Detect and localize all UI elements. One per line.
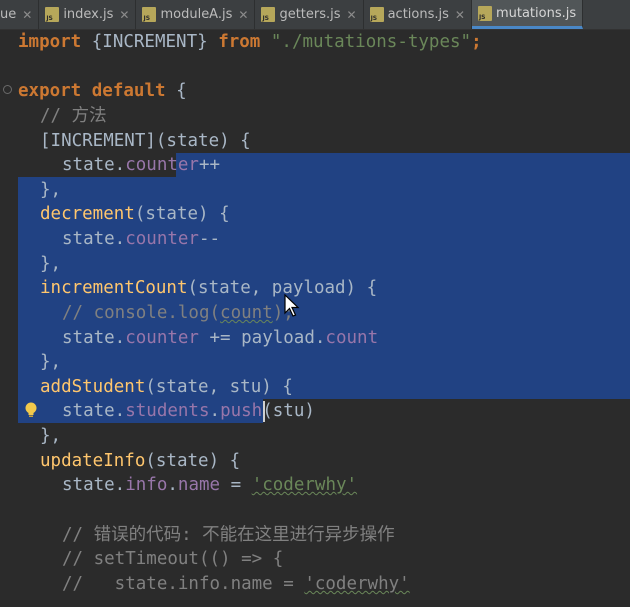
tab-label: ue xyxy=(0,7,17,22)
code-line-19: state.info.name = 'coderwhy' xyxy=(62,475,358,495)
code-line-6: state.counter++ xyxy=(62,155,221,175)
js-file-icon xyxy=(369,7,384,22)
close-icon[interactable]: ✕ xyxy=(22,8,32,22)
code-line-15: addStudent(state, stu) { xyxy=(40,377,293,397)
code-line-22: // setTimeout(() => { xyxy=(62,549,284,569)
js-file-icon xyxy=(477,5,492,21)
tab-label: getters.js xyxy=(279,7,341,22)
text-selection-end-gap xyxy=(263,399,630,423)
close-icon[interactable]: ✕ xyxy=(119,8,129,22)
code-editor[interactable]: import {INCREMENT} from "./mutations-typ… xyxy=(0,30,630,607)
mouse-cursor-icon xyxy=(284,294,300,317)
code-line-21: // 错误的代码: 不能在这里进行异步操作 xyxy=(62,525,395,545)
close-icon[interactable]: ✕ xyxy=(455,8,465,22)
lightbulb-icon[interactable] xyxy=(24,401,38,419)
tab-getters-js[interactable]: getters.js ✕ xyxy=(255,0,364,29)
tab-label: moduleA.js xyxy=(160,7,233,22)
tab-mutations-js[interactable]: mutations.js xyxy=(471,0,584,29)
code-line-10: }, xyxy=(40,254,62,274)
code-line-3: export default { xyxy=(18,81,187,101)
code-line-16: state.students.push(stu) xyxy=(62,401,315,421)
code-line-23: // state.info.name = 'coderwhy' xyxy=(62,574,410,594)
js-file-icon xyxy=(45,7,60,22)
code-line-1: import {INCREMENT} from "./mutations-typ… xyxy=(18,32,482,52)
js-file-icon xyxy=(261,7,276,22)
editor-tab-bar: ue ✕ index.js ✕ moduleA.js ✕ getters.js … xyxy=(0,0,630,30)
tab-modulea-js[interactable]: moduleA.js ✕ xyxy=(136,0,256,29)
text-caret xyxy=(263,401,265,422)
tab-actions-js[interactable]: actions.js ✕ xyxy=(364,0,472,29)
code-line-4: // 方法 xyxy=(40,106,107,126)
close-icon[interactable]: ✕ xyxy=(347,8,357,22)
tab-label: index.js xyxy=(63,7,114,22)
fold-icon[interactable] xyxy=(3,85,12,94)
code-line-8: decrement(state) { xyxy=(40,204,230,224)
tab-label: mutations.js xyxy=(495,5,577,21)
js-file-icon xyxy=(142,7,157,22)
code-line-14: }, xyxy=(40,352,62,372)
code-line-18: updateInfo(state) { xyxy=(40,451,241,471)
close-icon[interactable]: ✕ xyxy=(238,8,248,22)
code-line-9: state.counter-- xyxy=(62,229,221,249)
code-line-13: state.counter += payload.count xyxy=(62,328,379,348)
code-line-12: // console.log(count); xyxy=(62,303,294,323)
code-line-11: incrementCount(state, payload) { xyxy=(40,278,378,298)
code-line-17: }, xyxy=(40,426,62,446)
tab-label: actions.js xyxy=(387,7,449,22)
tab-vue-file[interactable]: ue ✕ xyxy=(0,0,40,29)
code-line-7: }, xyxy=(40,180,62,200)
tab-index-js[interactable]: index.js ✕ xyxy=(39,0,137,29)
code-line-5: [INCREMENT](state) { xyxy=(40,131,251,151)
